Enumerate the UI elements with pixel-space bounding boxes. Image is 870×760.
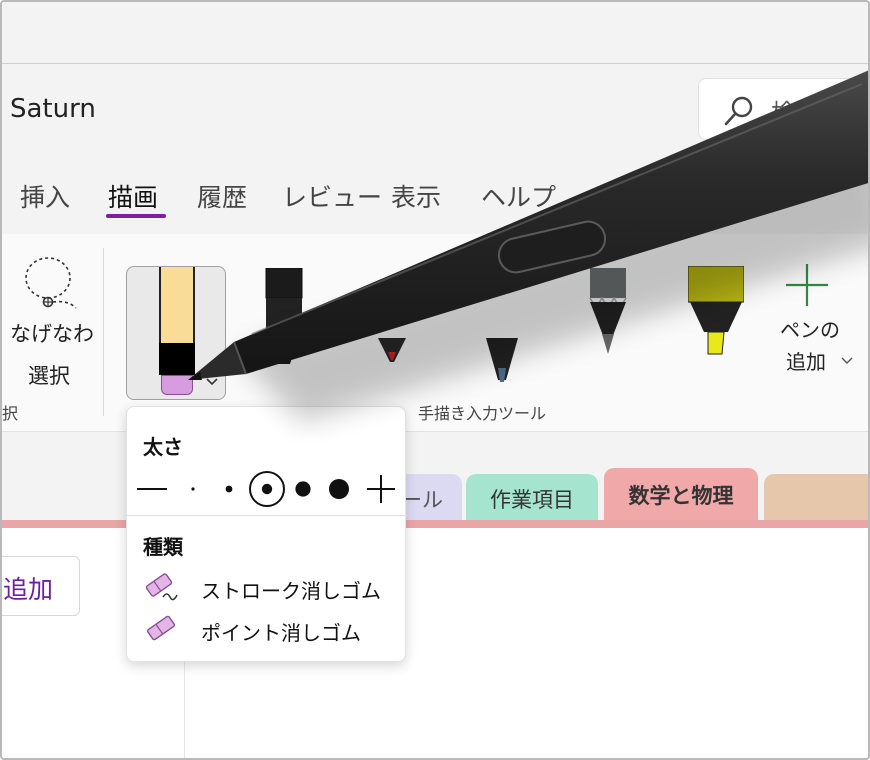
eraser-band [159,343,195,375]
title-bar [2,2,868,64]
section-label: 数学と物理 [628,484,734,508]
stroke-eraser-label: ストローク消しゴム [201,579,381,603]
yellow-highlighter[interactable] [688,266,744,366]
thickness-xl[interactable] [329,479,349,499]
app-header: Saturn 検索 [2,64,868,152]
point-eraser-icon [146,615,176,641]
flyout-divider [127,515,407,516]
chevron-down-icon[interactable] [840,354,854,368]
ribbon-tabs: 挿入 描画 履歴 レビュー 表示 ヘルプ [2,152,868,234]
type-heading: 種類 [143,535,183,559]
lasso-icon[interactable] [18,254,82,310]
thickness-xs[interactable] [191,487,195,491]
tab-draw[interactable]: 描画 [108,178,158,214]
group-divider [103,248,104,416]
section-tab-4[interactable] [764,474,868,524]
thickness-m-selected[interactable] [249,471,285,507]
thickness-options [137,471,395,507]
active-tab-indicator [106,214,166,218]
search-label: 検索 [771,99,819,127]
thickness-s[interactable] [225,485,233,493]
app-title: Saturn [10,94,96,124]
eraser-body [159,267,195,343]
section-label: 作業項目 [490,488,574,512]
chevron-down-icon[interactable] [205,375,219,389]
point-eraser-label: ポイント消しゴム [201,621,361,645]
tab-history[interactable]: 履歴 [197,178,247,214]
plus-icon[interactable] [784,262,830,308]
tab-help[interactable]: ヘルプ [481,178,556,214]
ribbon-draw: なげなわ 選択 択 ペンの 追加 手描き入力ツール [2,234,868,432]
search-icon [724,96,753,126]
thickness-l[interactable] [295,481,311,497]
group-label-select: 択 [2,404,19,423]
section-label: ール [401,488,443,512]
plus-icon[interactable] [367,475,395,503]
group-label-ink-tools: 手描き入力ツール [418,404,547,423]
add-pen-label-2[interactable]: 追加 [786,346,826,375]
eraser-tool-button[interactable] [126,266,226,400]
point-eraser-option[interactable]: ポイント消しゴム [145,613,395,645]
tab-review[interactable]: レビュー [282,178,382,214]
lasso-label-select[interactable]: 選択 [28,360,70,390]
stroke-eraser-icon [145,573,178,601]
section-tab-2[interactable]: 作業項目 [466,474,598,524]
add-page-label: 追加 [3,575,54,604]
black-marker-pen[interactable] [264,268,304,388]
section-tab-3-active[interactable]: 数学と物理 [604,468,758,524]
eraser-tip [161,375,193,395]
lasso-label[interactable]: なげなわ [10,318,94,348]
eraser-flyout: 太さ 種類 ストローク消しゴム ポイント消しゴム [126,406,407,662]
add-pen-label[interactable]: ペンの [780,314,840,343]
gray-pencil[interactable] [588,268,628,398]
search-box[interactable]: 検索 [698,78,868,140]
add-page-button[interactable]: 追加 [2,556,80,616]
red-pen[interactable] [372,268,412,368]
stroke-eraser-option[interactable]: ストローク消しゴム [145,571,395,603]
tab-view[interactable]: 表示 [391,178,441,214]
dark-pen[interactable] [480,268,524,398]
thickness-heading: 太さ [143,435,183,459]
app-window: Saturn 検索 挿入 描画 履歴 レビュー 表示 ヘルプ なげなわ 選択 択 [0,0,870,760]
tab-insert[interactable]: 挿入 [20,178,70,214]
